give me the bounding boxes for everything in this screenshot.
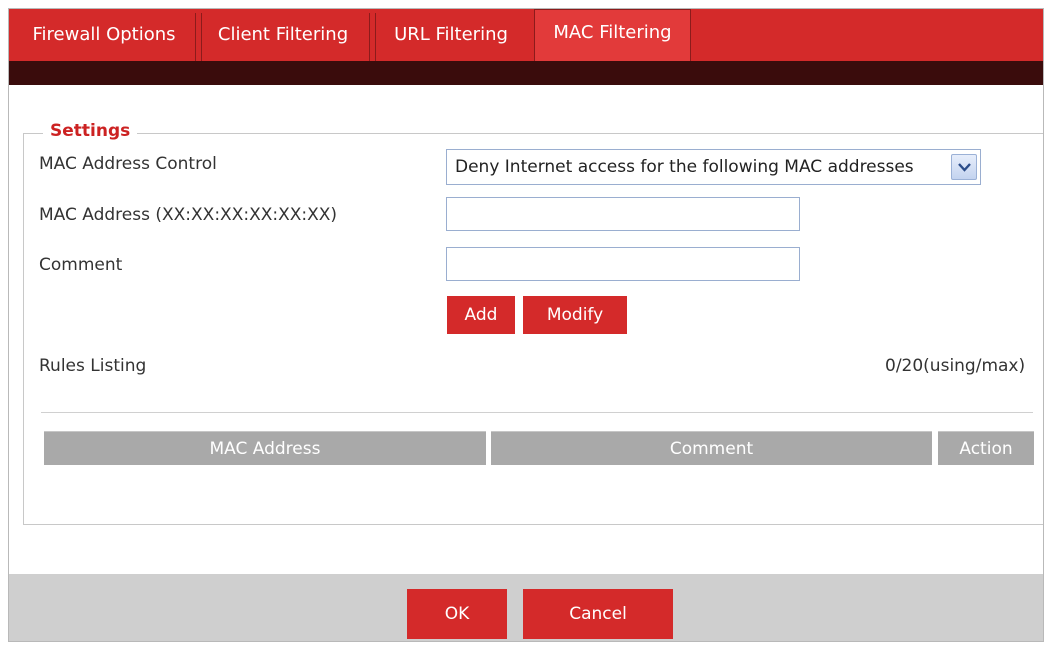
mac-filtering-panel: Firewall Options Client Filtering URL Fi… <box>8 8 1044 642</box>
chevron-down-icon[interactable] <box>951 154 977 180</box>
add-button[interactable]: Add <box>447 296 515 334</box>
tab-url-filtering[interactable]: URL Filtering <box>369 9 525 61</box>
column-header-action: Action <box>938 431 1034 465</box>
tab-bar: Firewall Options Client Filtering URL Fi… <box>9 9 1043 61</box>
footer-bar: OK Cancel <box>9 574 1043 641</box>
settings-legend: Settings <box>43 121 138 141</box>
divider <box>41 412 1033 413</box>
mac-control-label: MAC Address Control <box>39 154 217 174</box>
mac-control-value: Deny Internet access for the following M… <box>455 157 914 177</box>
cancel-button[interactable]: Cancel <box>523 589 673 639</box>
tab-underline-bar <box>9 61 1043 85</box>
ok-button[interactable]: OK <box>407 589 507 639</box>
mac-address-input[interactable] <box>446 197 800 231</box>
comment-input[interactable] <box>446 247 800 281</box>
tab-mac-filtering[interactable]: MAC Filtering <box>534 9 691 61</box>
rules-listing-label: Rules Listing <box>39 356 147 376</box>
tab-client-filtering[interactable]: Client Filtering <box>195 9 363 61</box>
mac-control-select[interactable]: Deny Internet access for the following M… <box>446 149 981 185</box>
mac-address-label: MAC Address (XX:XX:XX:XX:XX:XX) <box>39 205 338 225</box>
rules-count: 0/20(using/max) <box>885 356 1026 376</box>
column-header-mac-address: MAC Address <box>44 431 486 465</box>
column-header-comment: Comment <box>491 431 932 465</box>
modify-button[interactable]: Modify <box>523 296 627 334</box>
tab-firewall-options[interactable]: Firewall Options <box>19 9 189 61</box>
comment-label: Comment <box>39 255 123 275</box>
